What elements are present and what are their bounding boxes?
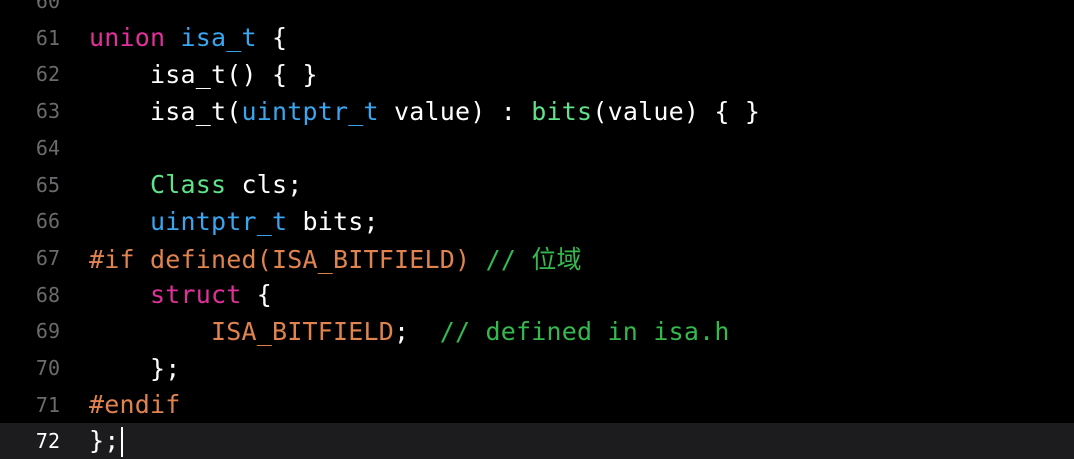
code-line[interactable]: 61 union isa_t { (0, 20, 1074, 56)
line-number: 61 (35, 25, 60, 50)
line-number: 66 (35, 209, 60, 234)
line-number: 71 (35, 392, 60, 417)
code-text[interactable]: uintptr_t bits; (89, 207, 379, 236)
code-token: bits (531, 96, 593, 126)
code-text[interactable]: struct { (89, 280, 272, 309)
line-number: 65 (35, 172, 60, 197)
code-token: ISA_BITFIELD (211, 316, 395, 346)
line-number: 67 (35, 245, 60, 270)
code-line[interactable]: 67 #if defined(ISA_BITFIELD) // 位域 (0, 240, 1074, 276)
code-token: // defined in isa.h (439, 316, 730, 346)
code-line[interactable]: 71 #endif (0, 387, 1074, 423)
line-number: 63 (35, 99, 60, 124)
code-token: (value) { } (592, 96, 761, 126)
code-text[interactable]: }; (89, 426, 123, 457)
code-token: #if defined(ISA_BITFIELD) (89, 244, 471, 274)
code-token: bits; (287, 206, 379, 236)
code-line[interactable]: 64 (0, 130, 1074, 166)
code-text[interactable]: #endif (89, 390, 181, 419)
code-line[interactable]: 60 (0, 0, 1074, 19)
line-number: 72 (35, 429, 60, 454)
code-line[interactable]: 70 }; (0, 350, 1074, 386)
code-token: isa_t (180, 23, 257, 53)
code-text[interactable]: Class cls; (89, 170, 303, 199)
code-token: uintptr_t (150, 206, 288, 236)
code-token: // 位域 (485, 244, 582, 274)
code-text[interactable]: }; (89, 354, 181, 383)
code-line[interactable]: 68 struct { (0, 277, 1074, 313)
code-token: struct (150, 280, 242, 310)
line-number: 64 (35, 135, 60, 160)
code-text[interactable]: union isa_t { (89, 23, 287, 52)
code-token: value) : (378, 96, 532, 126)
code-token: ; (394, 316, 440, 346)
code-token: uintptr_t (241, 96, 379, 126)
code-token: Class (150, 170, 227, 199)
line-number: 69 (35, 319, 60, 344)
code-text[interactable]: isa_t() { } (89, 60, 318, 89)
code-line[interactable]: 63 isa_t(uintptr_t value) : bits(value) … (0, 93, 1074, 129)
text-cursor (120, 426, 123, 457)
code-token: }; (89, 425, 120, 455)
line-number: 60 (35, 0, 60, 13)
code-editor[interactable]: 60 61 union isa_t {62 isa_t() { } 63 isa_t(… (0, 0, 1074, 459)
line-number: 62 (35, 62, 60, 87)
code-text[interactable]: ISA_BITFIELD; // defined in isa.h (89, 317, 730, 346)
code-line[interactable]: 65 Class cls; (0, 167, 1074, 203)
code-token: cls; (226, 170, 303, 199)
code-token: isa_t() { } (89, 59, 318, 89)
code-token: { (241, 280, 273, 310)
code-token: { (256, 23, 288, 53)
code-line[interactable]: 62 isa_t() { } (0, 56, 1074, 92)
code-text[interactable]: isa_t(uintptr_t value) : bits(value) { } (89, 97, 760, 126)
code-token: union (89, 23, 166, 53)
code-text[interactable]: #if defined(ISA_BITFIELD) // 位域 (89, 240, 582, 276)
code-token: #endif (89, 390, 181, 420)
code-line[interactable]: 69 ISA_BITFIELD; // defined in isa.h (0, 313, 1074, 349)
code-token: isa_t( (89, 96, 242, 126)
code-line[interactable]: 66 uintptr_t bits; (0, 203, 1074, 239)
line-number: 70 (35, 356, 60, 380)
line-number: 68 (35, 282, 60, 307)
code-token: }; (89, 353, 181, 383)
